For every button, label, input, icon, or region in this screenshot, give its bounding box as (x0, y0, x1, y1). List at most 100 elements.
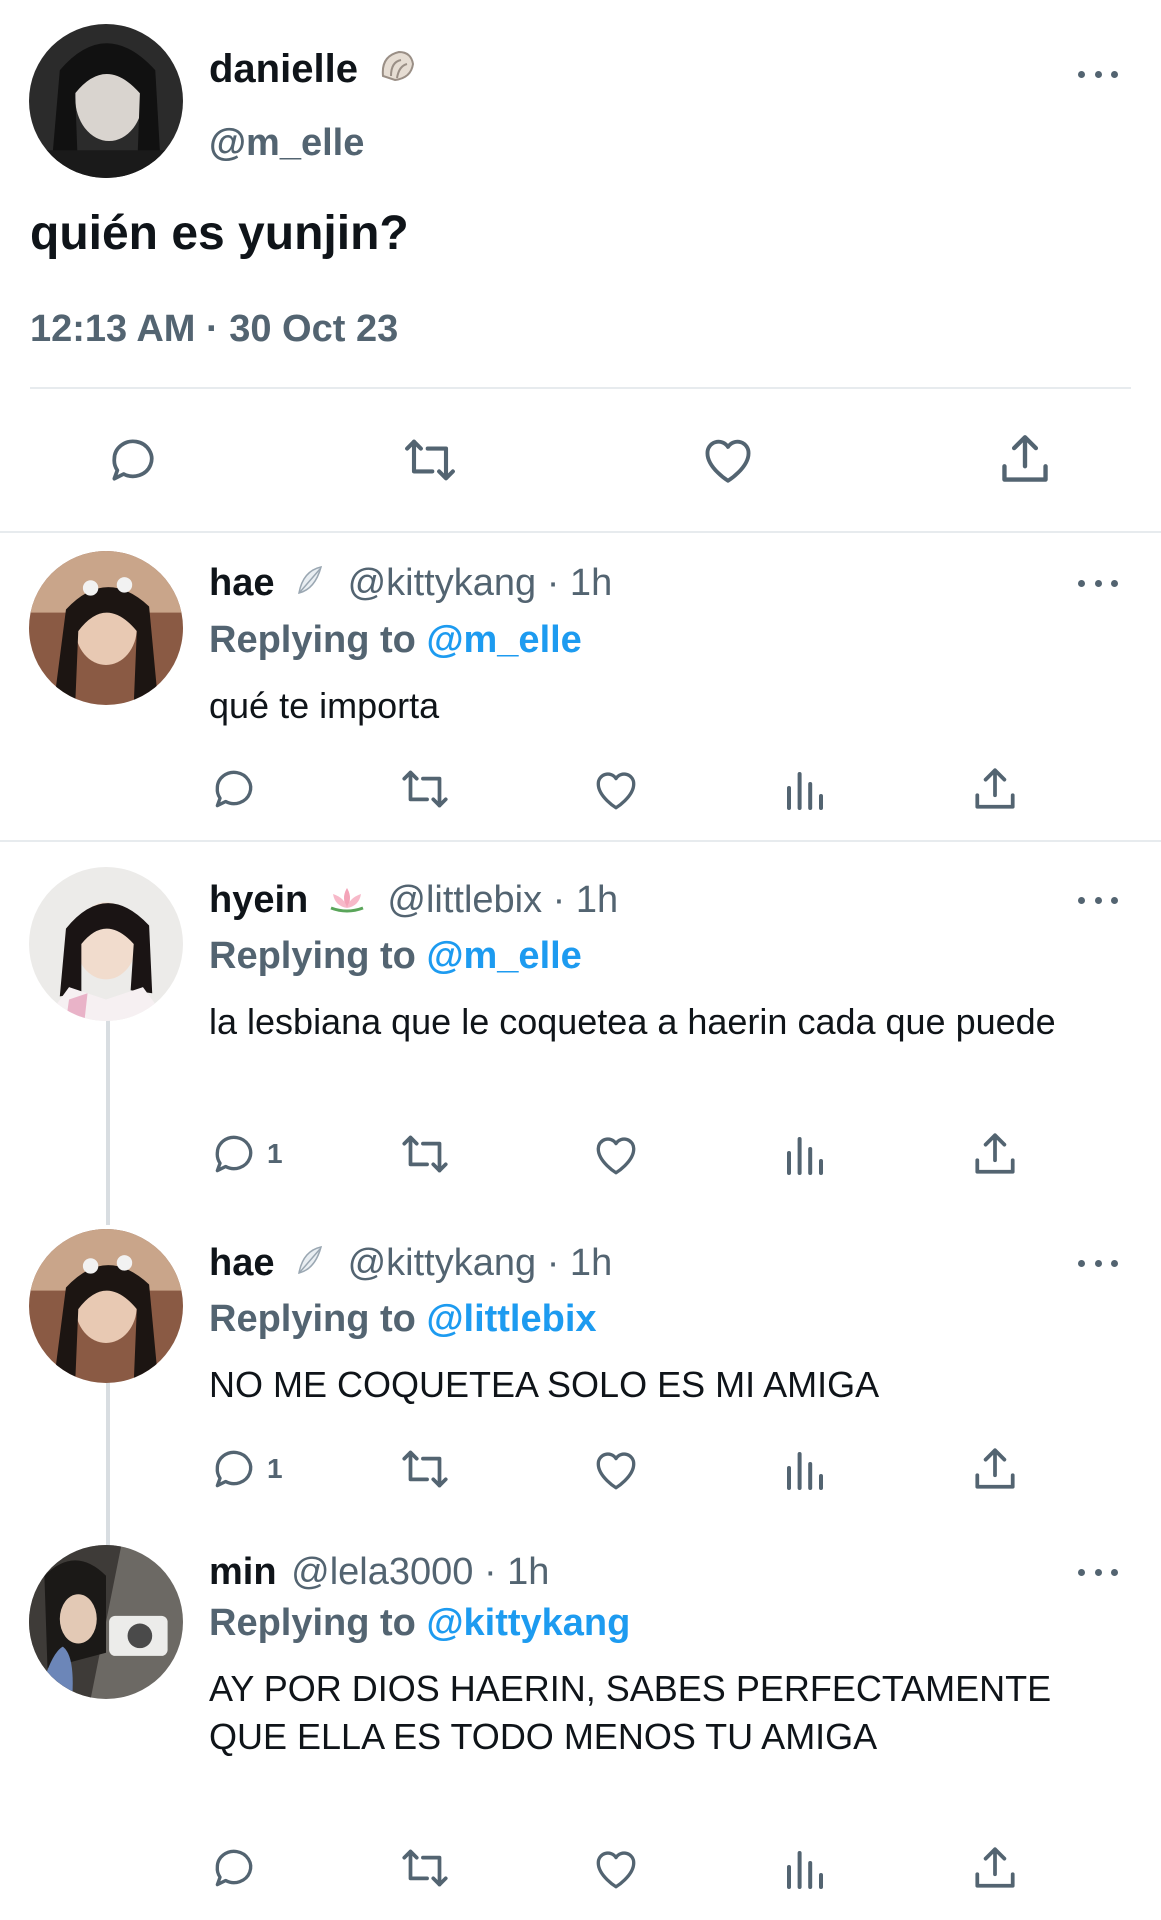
analytics-icon (787, 1851, 823, 1889)
reply-text: NO ME COQUETEA SOLO ES MI AMIGA (209, 1364, 880, 1405)
reply-count: 1 (267, 1138, 283, 1169)
like-button[interactable] (590, 1129, 642, 1179)
analytics-icon (787, 772, 823, 810)
reply-icon (215, 1849, 253, 1887)
like-button[interactable] (698, 430, 758, 488)
display-name[interactable]: hae (209, 562, 274, 604)
avatar[interactable] (29, 1545, 183, 1699)
lotus-emoji (327, 879, 367, 925)
reply-header: min @lela3000 · 1h (209, 1549, 549, 1595)
retweet-button[interactable] (396, 1843, 454, 1893)
reply-count: 1 (267, 1453, 283, 1484)
reply-time: · 1h (483, 1551, 550, 1593)
mention-link[interactable]: @littlebix (426, 1298, 596, 1340)
reply-icon (112, 439, 154, 481)
timestamp-divider (30, 387, 1131, 389)
reply-icon (215, 770, 253, 808)
views-button[interactable] (780, 1131, 830, 1179)
views-button[interactable] (780, 766, 830, 814)
mention-link[interactable]: @kittykang (426, 1602, 630, 1644)
display-name[interactable]: min (209, 1551, 277, 1593)
reply-time: · 1h (552, 879, 619, 921)
retweet-icon (402, 770, 448, 808)
replying-to: Replying to @m_elle (209, 933, 582, 979)
replying-to: Replying to @littlebix (209, 1296, 597, 1342)
handle[interactable]: @lela3000 (291, 1551, 473, 1593)
tweet-date: 30 Oct 23 (229, 308, 399, 350)
section-divider (0, 531, 1161, 533)
reply-text: qué te importa (209, 685, 440, 726)
tweet-timestamp: 12:13 AM · 30 Oct 23 (30, 306, 398, 352)
share-icon (975, 1448, 1015, 1489)
thread-line (106, 1382, 110, 1547)
share-button[interactable] (996, 430, 1054, 488)
more-options-icon[interactable] (1078, 573, 1118, 593)
replying-to: Replying to @m_elle (209, 617, 582, 663)
share-icon (1002, 435, 1048, 482)
handle[interactable]: @kittykang (348, 562, 537, 604)
share-button[interactable] (970, 1444, 1020, 1494)
retweet-button[interactable] (396, 1444, 454, 1494)
shell-emoji (377, 46, 417, 96)
views-button[interactable] (780, 1845, 830, 1893)
mention-link[interactable]: @m_elle (426, 619, 581, 661)
like-icon (596, 1851, 636, 1889)
share-icon (975, 1133, 1015, 1174)
retweet-icon (402, 1135, 448, 1173)
replying-label: Replying to (209, 619, 416, 661)
more-options-icon[interactable] (1078, 1562, 1118, 1582)
retweet-button[interactable] (398, 432, 462, 488)
reply-button[interactable]: 1 (209, 1129, 283, 1179)
handle[interactable]: @kittykang (348, 1242, 537, 1284)
mention-link[interactable]: @m_elle (426, 935, 581, 977)
reply-header: hae @kittykang · 1h (209, 1240, 612, 1288)
section-divider (0, 840, 1161, 842)
replying-label: Replying to (209, 935, 416, 977)
retweet-icon (402, 1450, 448, 1488)
handle[interactable]: @littlebix (387, 879, 542, 921)
like-icon (705, 439, 751, 483)
retweet-icon (402, 1849, 448, 1887)
reply-time: · 1h (546, 562, 613, 604)
reply-button[interactable]: 1 (209, 1444, 283, 1494)
like-button[interactable] (590, 1843, 642, 1893)
display-name[interactable]: hae (209, 1242, 274, 1284)
more-options-icon[interactable] (1078, 64, 1118, 84)
more-options-icon[interactable] (1078, 890, 1118, 910)
feather-emoji (293, 1242, 327, 1288)
feather-emoji (293, 562, 327, 608)
like-button[interactable] (590, 764, 642, 814)
share-button[interactable] (970, 764, 1020, 814)
reply-button[interactable] (209, 764, 259, 814)
views-button[interactable] (780, 1446, 830, 1494)
retweet-icon (405, 439, 455, 481)
replying-label: Replying to (209, 1602, 416, 1644)
handle[interactable]: @m_elle (209, 120, 364, 166)
like-button[interactable] (590, 1444, 642, 1494)
reply-header: hyein @littlebix · 1h (209, 877, 618, 925)
like-icon (596, 772, 636, 810)
share-icon (975, 768, 1015, 809)
avatar[interactable] (29, 24, 183, 178)
analytics-icon (787, 1452, 823, 1490)
share-button[interactable] (970, 1129, 1020, 1179)
reply-text: AY POR DIOS HAERIN, SABES PERFECTAMENTE … (209, 1668, 1052, 1757)
display-name[interactable]: hyein (209, 879, 308, 921)
avatar[interactable] (29, 1229, 183, 1383)
avatar[interactable] (29, 867, 183, 1021)
retweet-button[interactable] (396, 1129, 454, 1179)
reply-icon (215, 1135, 253, 1173)
avatar[interactable] (29, 551, 183, 705)
reply-button[interactable] (105, 432, 161, 488)
reply-text: la lesbiana que le coquetea a haerin cad… (209, 1001, 1056, 1042)
analytics-icon (787, 1137, 823, 1175)
reply-button[interactable] (209, 1843, 259, 1893)
retweet-button[interactable] (396, 764, 454, 814)
like-icon (596, 1137, 636, 1175)
separator: · (206, 308, 219, 350)
tweet-text: quién es yunjin? (30, 207, 409, 260)
thread-line (106, 1020, 110, 1225)
display-name[interactable]: danielle (209, 47, 358, 91)
more-options-icon[interactable] (1078, 1253, 1118, 1273)
share-button[interactable] (970, 1843, 1020, 1893)
